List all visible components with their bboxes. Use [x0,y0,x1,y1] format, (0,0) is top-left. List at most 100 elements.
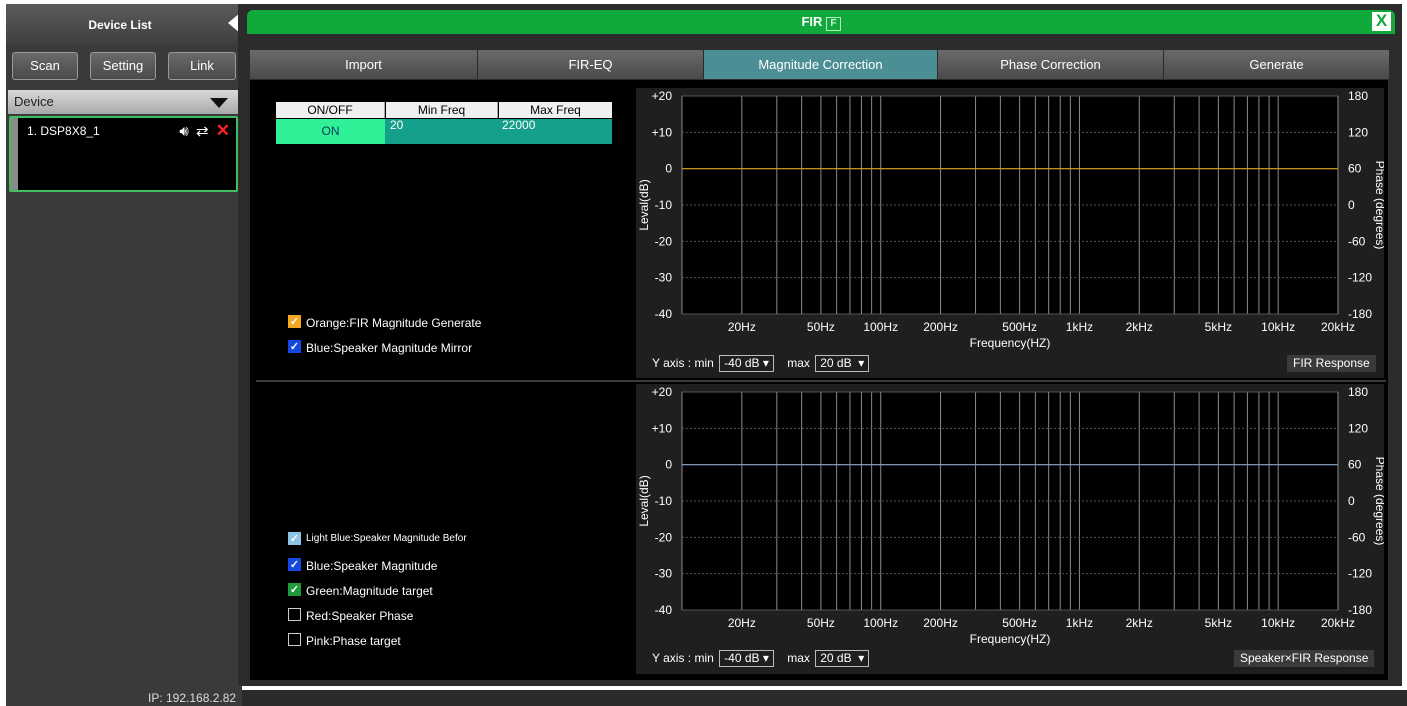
scan-button[interactable]: Scan [12,52,78,80]
phase-tick-label: 180 [1348,385,1368,399]
x-tick-label: 20Hz [728,616,756,630]
x-tick-label: 500Hz [1002,616,1037,630]
onoff-header: ON/OFF [276,102,385,118]
yaxis-max-select[interactable]: 20 dB ▾ [815,650,870,667]
phase-tick-label: -60 [1348,530,1366,544]
chevron-down-icon: ▾ [762,356,769,370]
bottom-yaxis-controls: Y axis : min -40 dB ▾ max 20 dB ▾ [652,650,870,667]
tab-generate[interactable]: Generate [1164,50,1390,79]
dropdown-arrow-icon [210,98,228,108]
fir-response-button[interactable]: FIR Response [1287,355,1376,372]
link-button[interactable]: Link [168,52,236,80]
x-axis-label: Frequency(HZ) [970,336,1051,350]
phase-tick-label: 180 [1348,89,1368,103]
x-tick-label: 2kHz [1126,320,1153,334]
x-tick-label: 50Hz [807,616,835,630]
checkbox-label: Red:Speaker Phase [306,608,414,623]
x-tick-label: 10kHz [1261,616,1295,630]
delete-icon[interactable]: ✕ [216,121,230,140]
device-name: 1. DSP8X8_1 [27,124,100,138]
y-tick-label: -10 [655,198,673,212]
chevron-down-icon: ▾ [858,356,865,370]
checkbox-label: Light Blue:Speaker Magnitude Befor [306,533,467,544]
phase-axis-label: Phase (degrees) [1373,161,1384,250]
min-freq-header: Min Freq [386,102,498,118]
light-blue-speaker-before-checkbox[interactable]: ✓ Light Blue:Speaker Magnitude Befor [288,531,467,548]
speaker-fir-response-chart: +20 180+10 1200 60-10 0-20 -60-30 -120-40 -1802… [636,384,1384,674]
freq-range-table: ON/OFF Min Freq Max Freq ON 20 22000 [276,102,612,144]
tab-import[interactable]: Import [250,50,478,79]
yaxis-min-label: Y axis : min [652,356,714,370]
y-tick-label: +10 [652,421,673,435]
phase-tick-label: 0 [1348,494,1355,508]
empty-checkbox-icon [288,633,301,647]
y-tick-label: 0 [665,458,672,472]
y-tick-label: -20 [655,530,673,544]
yaxis-min-label: Y axis : min [652,651,714,665]
speaker-fir-response-button[interactable]: Speaker×FIR Response [1234,650,1375,667]
x-tick-label: 100Hz [863,616,898,630]
y-tick-label: -40 [655,307,673,321]
x-tick-label: 50Hz [807,320,835,334]
onoff-toggle[interactable]: ON [276,119,385,144]
section-divider [256,380,1386,382]
blue-speaker-mirror-checkbox[interactable]: ✓ Blue:Speaker Magnitude Mirror [288,340,472,356]
tab-fir-eq[interactable]: FIR-EQ [478,50,704,79]
checkbox-label: Blue:Speaker Magnitude Mirror [306,340,473,355]
phase-tick-label: -180 [1348,603,1372,617]
y-tick-label: +20 [652,385,673,399]
sync-icon[interactable]: ⇄ [196,123,209,140]
speaker-icon[interactable]: 🔊︎ [179,123,188,140]
phase-axis-label: Phase (degrees) [1373,457,1384,546]
min-freq-field[interactable]: 20 [385,119,499,144]
yaxis-max-value: 20 dB [820,651,852,665]
fir-response-chart: +20 180+10 1200 60-10 0-20 -60-30 -120-40 -1802… [636,88,1384,378]
pink-phase-target-checkbox[interactable]: Pink:Phase target [288,633,401,649]
close-button[interactable]: X [1372,12,1391,31]
yaxis-max-select[interactable]: 20 dB ▾ [815,355,870,372]
y-tick-label: -10 [655,494,673,508]
ip-address: IP: 192.168.2.82 [148,691,237,705]
setting-button[interactable]: Setting [90,52,156,80]
device-card-stripe [11,118,18,190]
tab-magnitude-correction[interactable]: Magnitude Correction [704,50,938,79]
x-tick-label: 1kHz [1066,616,1093,630]
fir-title: FIR [801,14,823,29]
device-card[interactable]: 1. DSP8X8_1 🔊︎ ⇄ ✕ [9,116,238,192]
y-tick-label: -20 [655,234,673,248]
orange-fir-magnitude-checkbox[interactable]: ✓ Orange:FIR Magnitude Generate [288,315,481,331]
checkmark-icon: ✓ [288,315,301,329]
red-speaker-phase-checkbox[interactable]: Red:Speaker Phase [288,608,413,624]
x-tick-label: 5kHz [1205,616,1232,630]
x-tick-label: 1kHz [1066,320,1093,334]
y-tick-label: +10 [652,125,673,139]
checkmark-icon: ✓ [288,558,301,572]
tab-phase-correction[interactable]: Phase Correction [938,50,1164,79]
x-tick-label: 5kHz [1205,320,1232,334]
device-dropdown-label: Device [14,94,54,109]
x-tick-label: 20kHz [1321,616,1355,630]
checkmark-icon: ✓ [288,531,301,545]
chevron-down-icon: ▾ [858,651,865,665]
blue-speaker-magnitude-checkbox[interactable]: ✓ Blue:Speaker Magnitude [288,558,437,574]
top-yaxis-controls: Y axis : min -40 dB ▾ max 20 dB ▾ [652,355,870,372]
x-tick-label: 200Hz [923,320,958,334]
y-tick-label: +20 [652,89,673,103]
phase-tick-label: -180 [1348,307,1372,321]
checkmark-icon: ✓ [288,340,301,354]
max-freq-header: Max Freq [499,102,612,118]
checkbox-label: Pink:Phase target [306,633,401,648]
max-freq-field[interactable]: 22000 [499,119,612,144]
device-actions: 🔊︎ ⇄ ✕ [176,121,230,141]
x-tick-label: 20Hz [728,320,756,334]
green-magnitude-target-checkbox[interactable]: ✓ Green:Magnitude target [288,583,433,599]
empty-checkbox-icon [288,608,301,622]
yaxis-min-select[interactable]: -40 dB ▾ [719,355,774,372]
x-tick-label: 200Hz [923,616,958,630]
x-axis-label: Frequency(HZ) [970,632,1051,646]
tab-bar: Import FIR-EQ Magnitude Correction Phase… [250,50,1390,79]
yaxis-min-select[interactable]: -40 dB ▾ [719,650,774,667]
yaxis-max-label: max [787,651,810,665]
device-dropdown[interactable]: Device [8,90,238,114]
checkbox-label: Blue:Speaker Magnitude [306,558,438,573]
